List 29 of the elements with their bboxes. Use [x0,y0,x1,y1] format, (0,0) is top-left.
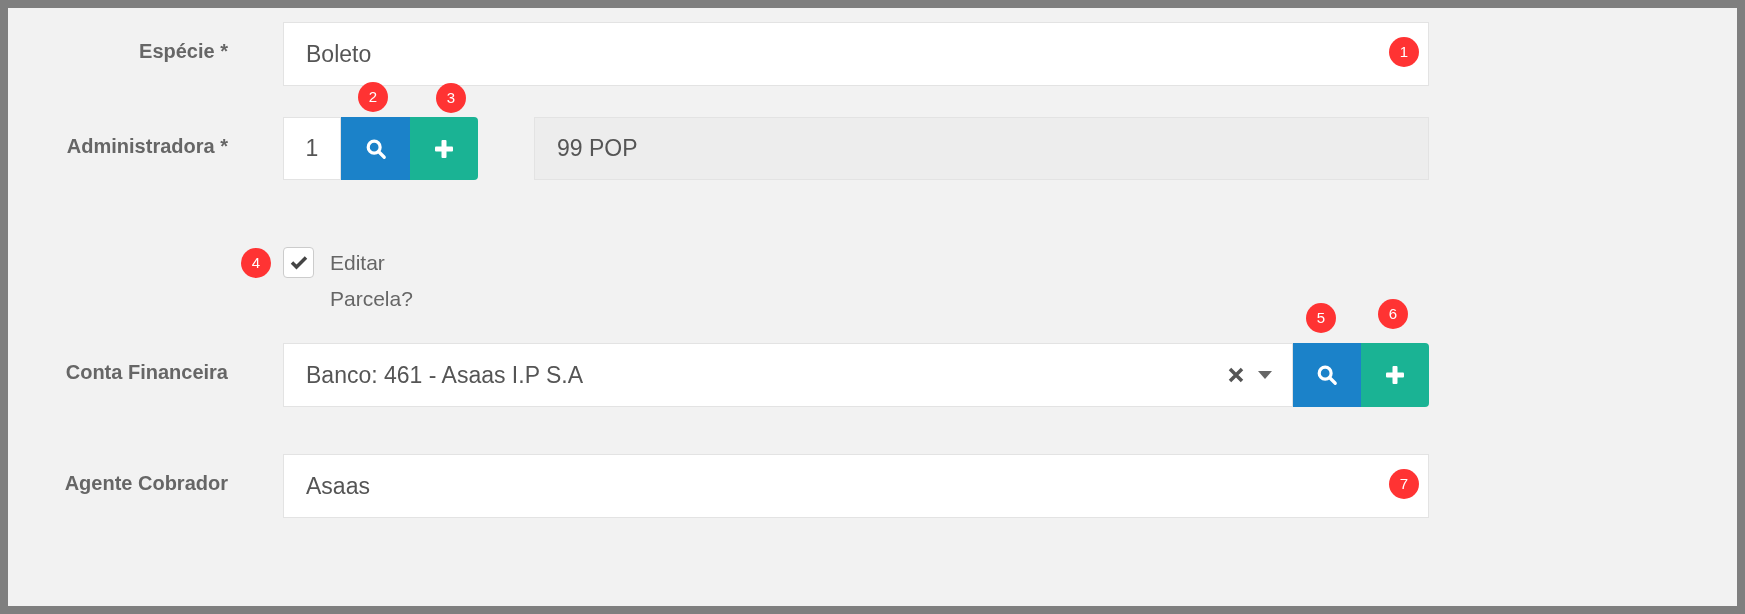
checkbox[interactable] [283,247,314,278]
number-badge: 3 [436,83,466,113]
field-label: Espécie * [139,39,228,64]
number-badge: 4 [241,248,271,278]
add-button[interactable] [1361,343,1429,407]
clear-icon [1228,367,1244,383]
number-badge: 7 [1389,469,1419,499]
checkbox-label: Editar Parcela? [330,250,414,312]
plus-icon [1385,365,1405,385]
field-label: Administradora * [66,134,228,159]
search-button[interactable] [341,117,410,180]
search-button[interactable] [1293,343,1361,407]
search-icon [364,137,387,160]
add-button[interactable] [410,117,478,180]
search-icon [1316,364,1338,386]
text-field[interactable]: Asaas 7 [283,454,1429,518]
text-field[interactable]: Boleto 1 [283,22,1429,86]
field-label: Agente Cobrador [64,471,228,496]
number-badge: 6 [1378,299,1408,329]
select-field[interactable]: Banco: 461 - Asaas I.P S.A [283,343,1293,407]
field-label: Conta Financeira [65,360,228,385]
number-badge: 1 [1389,37,1419,67]
code-field[interactable]: 1 [283,117,341,180]
plus-icon [434,138,454,159]
readonly-field: 99 POP [534,117,1429,180]
number-badge: 5 [1306,303,1336,333]
caret-icon [1258,371,1272,379]
checkmark-icon [289,255,308,270]
number-badge: 2 [358,82,388,112]
